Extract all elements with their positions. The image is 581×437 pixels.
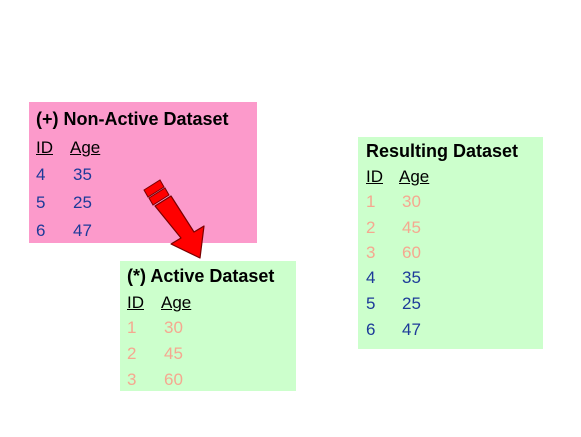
arrow-body xyxy=(154,195,205,259)
red-arrow-icon xyxy=(143,179,205,259)
